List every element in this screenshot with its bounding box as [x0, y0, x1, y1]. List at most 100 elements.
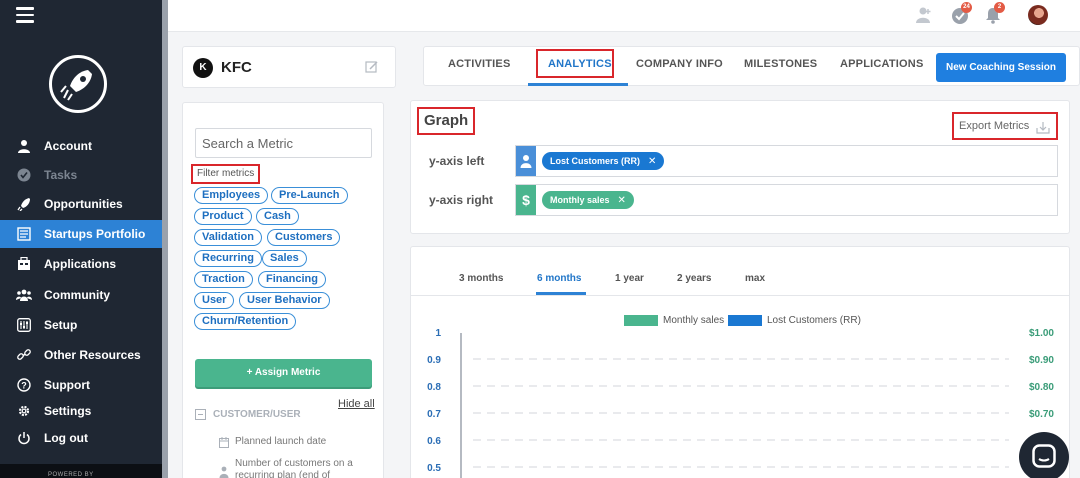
sidebar-scroll-edge [162, 0, 168, 478]
new-coaching-session-button[interactable]: New Coaching Session [936, 53, 1066, 82]
y-right-tick-label: $0.70 [1029, 409, 1054, 420]
powered-by-footer: POWERED BY [0, 464, 162, 478]
filter-metrics-label: Filter metrics [191, 164, 261, 184]
hide-all-link[interactable]: Hide all [338, 398, 375, 410]
sidebar-item-other-resources[interactable]: Other Resources [0, 341, 162, 369]
tabs-card: ACTIVITIES ANALYTICS COMPANY INFO MILEST… [423, 46, 1080, 86]
sidebar-item-opportunities[interactable]: Opportunities [0, 190, 162, 218]
tab-company-info[interactable]: COMPANY INFO [636, 58, 723, 70]
sidebar-item-tasks[interactable]: Tasks [0, 161, 162, 189]
export-metrics-label: Export Metrics [959, 120, 1030, 132]
tag-user-behavior[interactable]: User Behavior [239, 292, 330, 309]
chip-label: Lost Customers (RR) [550, 156, 641, 166]
monthly-sales-chip[interactable]: Monthly sales ✕ [542, 191, 634, 209]
sidebar-item-community[interactable]: Community [0, 281, 162, 309]
left-tick-labels: 1 0.9 0.8 0.7 0.6 0.5 [427, 328, 441, 474]
user-avatar[interactable] [1028, 5, 1048, 25]
sidebar-item-label: Settings [44, 404, 92, 418]
sidebar-item-setup[interactable]: Setup [0, 311, 162, 339]
notifications-badge: 2 [994, 2, 1005, 13]
y-left-tick-label: 0.8 [427, 382, 441, 393]
y-axis-right-field[interactable]: $ Monthly sales ✕ [515, 184, 1058, 216]
y-axis-right-label: y-axis right [429, 193, 494, 207]
tab-milestones[interactable]: MILESTONES [744, 58, 817, 70]
question-icon: ? [16, 377, 32, 393]
category-label: CUSTOMER/USER [213, 409, 301, 420]
person-icon [219, 465, 229, 478]
sidebar-item-label: Community [44, 288, 110, 302]
metric-search-input[interactable] [195, 128, 372, 158]
person-icon [516, 146, 536, 176]
sidebar-item-logout[interactable]: Log out [0, 424, 162, 452]
tag-customers[interactable]: Customers [267, 229, 341, 246]
y-left-tick-label: 0.7 [427, 409, 441, 420]
chat-icon [1032, 444, 1056, 468]
y-left-tick-label: 0.5 [427, 463, 441, 474]
dollar-icon: $ [516, 185, 536, 215]
remove-chip-icon[interactable]: ✕ [618, 195, 626, 206]
lost-customers-chip[interactable]: Lost Customers (RR) ✕ [542, 152, 665, 170]
sidebar-item-settings[interactable]: Settings [0, 397, 162, 425]
edit-icon[interactable] [365, 60, 379, 74]
metric-planned-launch-date[interactable]: Planned launch date [235, 436, 375, 448]
y-right-tick-label: $0.80 [1029, 382, 1054, 393]
sidebar: Account Tasks Opportunities Startups Por… [0, 0, 162, 478]
y-axis-left-field[interactable]: Lost Customers (RR) ✕ [515, 145, 1058, 177]
gear-icon [16, 403, 32, 419]
assign-metric-button[interactable]: + Assign Metric [195, 359, 372, 387]
remove-chip-icon[interactable]: ✕ [648, 156, 656, 167]
export-metrics-button[interactable]: Export Metrics [952, 112, 1058, 140]
sidebar-item-label: Tasks [44, 168, 78, 182]
community-icon [16, 287, 32, 303]
graph-title: Graph [417, 107, 476, 135]
user-icon [16, 138, 32, 154]
portfolio-icon [16, 226, 32, 242]
y-right-tick-label: $0.90 [1029, 355, 1054, 366]
tag-employees[interactable]: Employees [194, 187, 269, 204]
y-left-tick-label: 1 [435, 328, 441, 339]
metric-recurring-customers[interactable]: Number of customers on a recurring plan … [235, 458, 370, 478]
link-icon [16, 347, 32, 363]
category-customer-user[interactable]: CUSTOMER/USER [195, 409, 301, 420]
y-left-tick-label: 0.9 [427, 355, 441, 366]
chat-button[interactable] [1019, 432, 1069, 478]
analytics-highlight [536, 49, 614, 78]
sidebar-item-account[interactable]: Account [0, 132, 162, 160]
tag-pre-launch[interactable]: Pre-Launch [271, 187, 348, 204]
chip-label: Monthly sales [550, 195, 610, 205]
tag-financing[interactable]: Financing [258, 271, 326, 288]
tag-validation[interactable]: Validation [194, 229, 262, 246]
applications-icon [16, 256, 32, 272]
calendar-icon [219, 435, 229, 448]
sidebar-item-applications[interactable]: Applications [0, 250, 162, 278]
tab-applications[interactable]: APPLICATIONS [840, 58, 923, 70]
chart-card: 3 months 6 months 1 year 2 years max Mon… [410, 246, 1070, 478]
tag-recurring[interactable]: Recurring [194, 250, 262, 267]
metrics-panel: Filter metrics Employees Pre-Launch Prod… [182, 102, 384, 478]
tag-traction[interactable]: Traction [194, 271, 253, 288]
tag-sales[interactable]: Sales [262, 250, 307, 267]
download-icon [1036, 119, 1050, 134]
company-card: K KFC [182, 46, 396, 88]
gridlines [473, 358, 1009, 468]
company-name: KFC [221, 59, 252, 76]
tasks-badge: 24 [961, 2, 972, 13]
sidebar-item-startups-portfolio[interactable]: Startups Portfolio [0, 220, 162, 248]
tab-activities[interactable]: ACTIVITIES [448, 58, 511, 70]
sidebar-item-label: Log out [44, 431, 88, 445]
add-user-icon[interactable] [915, 6, 933, 24]
graph-settings-card: Graph Export Metrics y-axis left Lost Cu… [410, 100, 1070, 234]
tag-cash[interactable]: Cash [256, 208, 299, 225]
tag-product[interactable]: Product [194, 208, 252, 225]
active-tab-underline [528, 83, 628, 86]
sidebar-item-label: Startups Portfolio [44, 227, 146, 241]
sidebar-item-support[interactable]: ? Support [0, 371, 162, 399]
tag-churn-retention[interactable]: Churn/Retention [194, 313, 297, 330]
sidebar-item-label: Applications [44, 257, 117, 271]
collapse-icon[interactable] [195, 409, 206, 420]
sidebar-item-label: Setup [44, 318, 78, 332]
hamburger-menu-icon[interactable] [16, 7, 34, 23]
tag-user[interactable]: User [194, 292, 235, 309]
y-right-tick-label: $1.00 [1029, 328, 1054, 339]
setup-sliders-icon [16, 317, 32, 333]
